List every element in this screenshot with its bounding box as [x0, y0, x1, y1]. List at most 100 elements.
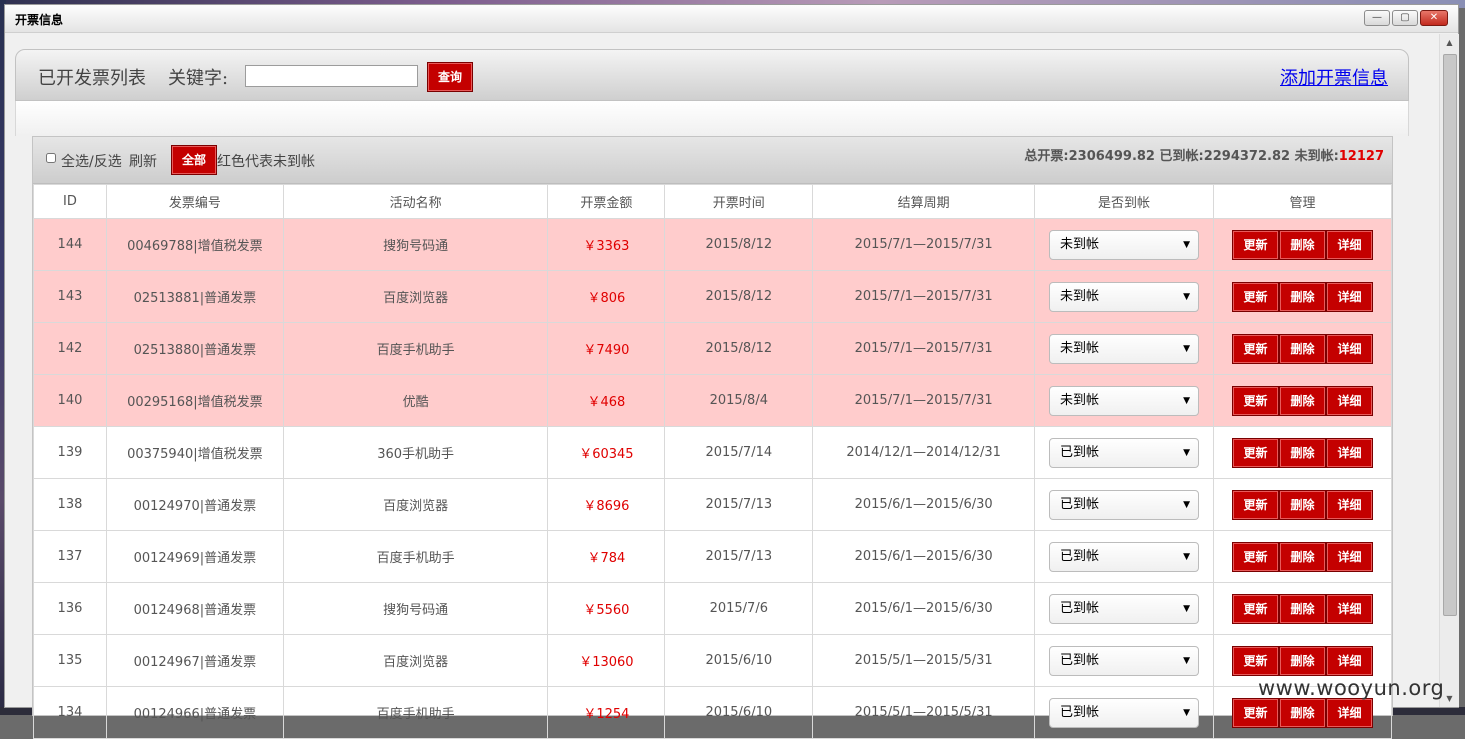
scroll-thumb[interactable]	[1443, 54, 1457, 616]
list-title: 已开发票列表	[38, 68, 146, 89]
delete-button[interactable]: 删除	[1278, 697, 1326, 728]
cell-date: 2015/7/13	[664, 478, 814, 531]
cell-invoice-number: 00375940|增值税发票	[105, 426, 284, 479]
detail-button[interactable]: 详细	[1325, 385, 1373, 416]
detail-button[interactable]: 详细	[1325, 333, 1373, 364]
cell-invoice-number: 00469788|增值税发票	[105, 218, 284, 271]
status-select[interactable]: 已到帐 ▼	[1049, 645, 1199, 676]
maximize-button[interactable]: ▢	[1392, 10, 1418, 26]
status-value: 已到帐	[1060, 600, 1100, 616]
status-select[interactable]: 已到帐 ▼	[1049, 541, 1199, 572]
update-button[interactable]: 更新	[1231, 593, 1279, 624]
keyword-label: 关键字:	[168, 68, 229, 89]
minimize-button[interactable]: —	[1364, 10, 1390, 26]
cell-id: 137	[33, 530, 107, 583]
status-value: 未到帐	[1060, 236, 1100, 252]
delete-button[interactable]: 删除	[1278, 489, 1326, 520]
update-button[interactable]: 更新	[1231, 697, 1279, 728]
column-header: 管理	[1212, 184, 1393, 219]
dropdown-arrow-icon: ▼	[1183, 239, 1190, 250]
detail-button[interactable]: 详细	[1325, 697, 1373, 728]
update-button[interactable]: 更新	[1231, 229, 1279, 260]
cell-status: 已到帐 ▼	[1034, 582, 1214, 635]
cell-invoice-number: 00124968|普通发票	[105, 582, 284, 635]
cell-activity: 360手机助手	[282, 426, 549, 479]
select-all-checkbox[interactable]	[46, 153, 56, 163]
delete-button[interactable]: 删除	[1278, 541, 1326, 572]
refresh-link[interactable]: 刷新	[129, 151, 157, 171]
update-button[interactable]: 更新	[1231, 489, 1279, 520]
update-button[interactable]: 更新	[1231, 645, 1279, 676]
detail-button[interactable]: 详细	[1325, 645, 1373, 676]
column-header: 开票时间	[664, 184, 814, 219]
dropdown-arrow-icon: ▼	[1183, 395, 1190, 406]
delete-button[interactable]: 删除	[1278, 593, 1326, 624]
cell-activity: 百度手机助手	[282, 530, 549, 583]
cell-activity: 优酷	[282, 374, 549, 427]
update-button[interactable]: 更新	[1231, 541, 1279, 572]
delete-button[interactable]: 删除	[1278, 281, 1326, 312]
cell-period: 2015/7/1—2015/7/31	[812, 270, 1036, 323]
cell-date: 2015/8/12	[664, 270, 814, 323]
update-button[interactable]: 更新	[1231, 281, 1279, 312]
update-button[interactable]: 更新	[1231, 333, 1279, 364]
status-value: 未到帐	[1060, 340, 1100, 356]
delete-button[interactable]: 删除	[1278, 333, 1326, 364]
detail-button[interactable]: 详细	[1325, 593, 1373, 624]
status-select[interactable]: 已到帐 ▼	[1049, 437, 1199, 468]
delete-button[interactable]: 删除	[1278, 437, 1326, 468]
cell-amount: ￥806	[547, 270, 666, 323]
status-select[interactable]: 未到帐 ▼	[1049, 229, 1199, 260]
delete-button[interactable]: 删除	[1278, 645, 1326, 676]
detail-button[interactable]: 详细	[1325, 541, 1373, 572]
cell-date: 2015/7/13	[664, 530, 814, 583]
detail-button[interactable]: 详细	[1325, 229, 1373, 260]
dropdown-arrow-icon: ▼	[1183, 291, 1190, 302]
cell-activity: 百度手机助手	[282, 322, 549, 375]
detail-button[interactable]: 详细	[1325, 489, 1373, 520]
table-row: 135 00124967|普通发票 百度浏览器 ￥13060 2015/6/10 2015…	[33, 634, 1393, 687]
title-bar[interactable]: 开票信息 — ▢ ✕	[5, 5, 1458, 33]
keyword-input[interactable]	[245, 65, 418, 87]
search-button[interactable]: 查询	[427, 62, 473, 92]
cell-amount: ￥1254	[547, 686, 666, 739]
table-row: 142 02513880|普通发票 百度手机助手 ￥7490 2015/8/12 2015…	[33, 322, 1393, 375]
cell-amount: ￥7490	[547, 322, 666, 375]
search-toolbar: 已开发票列表 关键字: 查询 添加开票信息	[15, 49, 1409, 101]
status-select[interactable]: 已到帐 ▼	[1049, 593, 1199, 624]
status-value: 已到帐	[1060, 704, 1100, 720]
close-button[interactable]: ✕	[1420, 10, 1448, 26]
select-all-label[interactable]: 全选/反选	[61, 151, 122, 171]
cell-id: 140	[33, 374, 107, 427]
status-value: 已到帐	[1060, 652, 1100, 668]
update-button[interactable]: 更新	[1231, 385, 1279, 416]
cell-id: 142	[33, 322, 107, 375]
status-select[interactable]: 已到帐 ▼	[1049, 697, 1199, 728]
detail-button[interactable]: 详细	[1325, 281, 1373, 312]
cell-amount: ￥784	[547, 530, 666, 583]
status-select[interactable]: 未到帐 ▼	[1049, 281, 1199, 312]
list-header-bar: 全选/反选 刷新 全部 红色代表未到帐 总开票:2306499.82 已到帐:2…	[33, 137, 1392, 184]
column-header: 活动名称	[282, 184, 549, 219]
status-select[interactable]: 未到帐 ▼	[1049, 385, 1199, 416]
cell-invoice-number: 00124970|普通发票	[105, 478, 284, 531]
table-row: 139 00375940|增值税发票 360手机助手 ￥60345 2015/7/14 2…	[33, 426, 1393, 479]
status-select[interactable]: 未到帐 ▼	[1049, 333, 1199, 364]
update-button[interactable]: 更新	[1231, 437, 1279, 468]
delete-button[interactable]: 删除	[1278, 229, 1326, 260]
detail-button[interactable]: 详细	[1325, 437, 1373, 468]
cell-activity: 百度浏览器	[282, 634, 549, 687]
cell-id: 139	[33, 426, 107, 479]
delete-button[interactable]: 删除	[1278, 385, 1326, 416]
cell-status: 未到帐 ▼	[1034, 218, 1214, 271]
invoice-window: 开票信息 — ▢ ✕ ▲ ▼ 已开发票列表 关键字: 查询 添加开票信息 全选/…	[4, 4, 1459, 739]
status-value: 已到帐	[1060, 548, 1100, 564]
add-invoice-link[interactable]: 添加开票信息	[1280, 64, 1388, 90]
cell-actions: 更新 删除 详细	[1212, 478, 1393, 531]
filter-all-button[interactable]: 全部	[171, 145, 217, 175]
scroll-up-icon[interactable]: ▲	[1440, 34, 1459, 51]
dropdown-arrow-icon: ▼	[1183, 707, 1190, 718]
cell-invoice-number: 00124966|普通发票	[105, 686, 284, 739]
status-select[interactable]: 已到帐 ▼	[1049, 489, 1199, 520]
vertical-scrollbar[interactable]: ▲ ▼	[1439, 34, 1459, 707]
